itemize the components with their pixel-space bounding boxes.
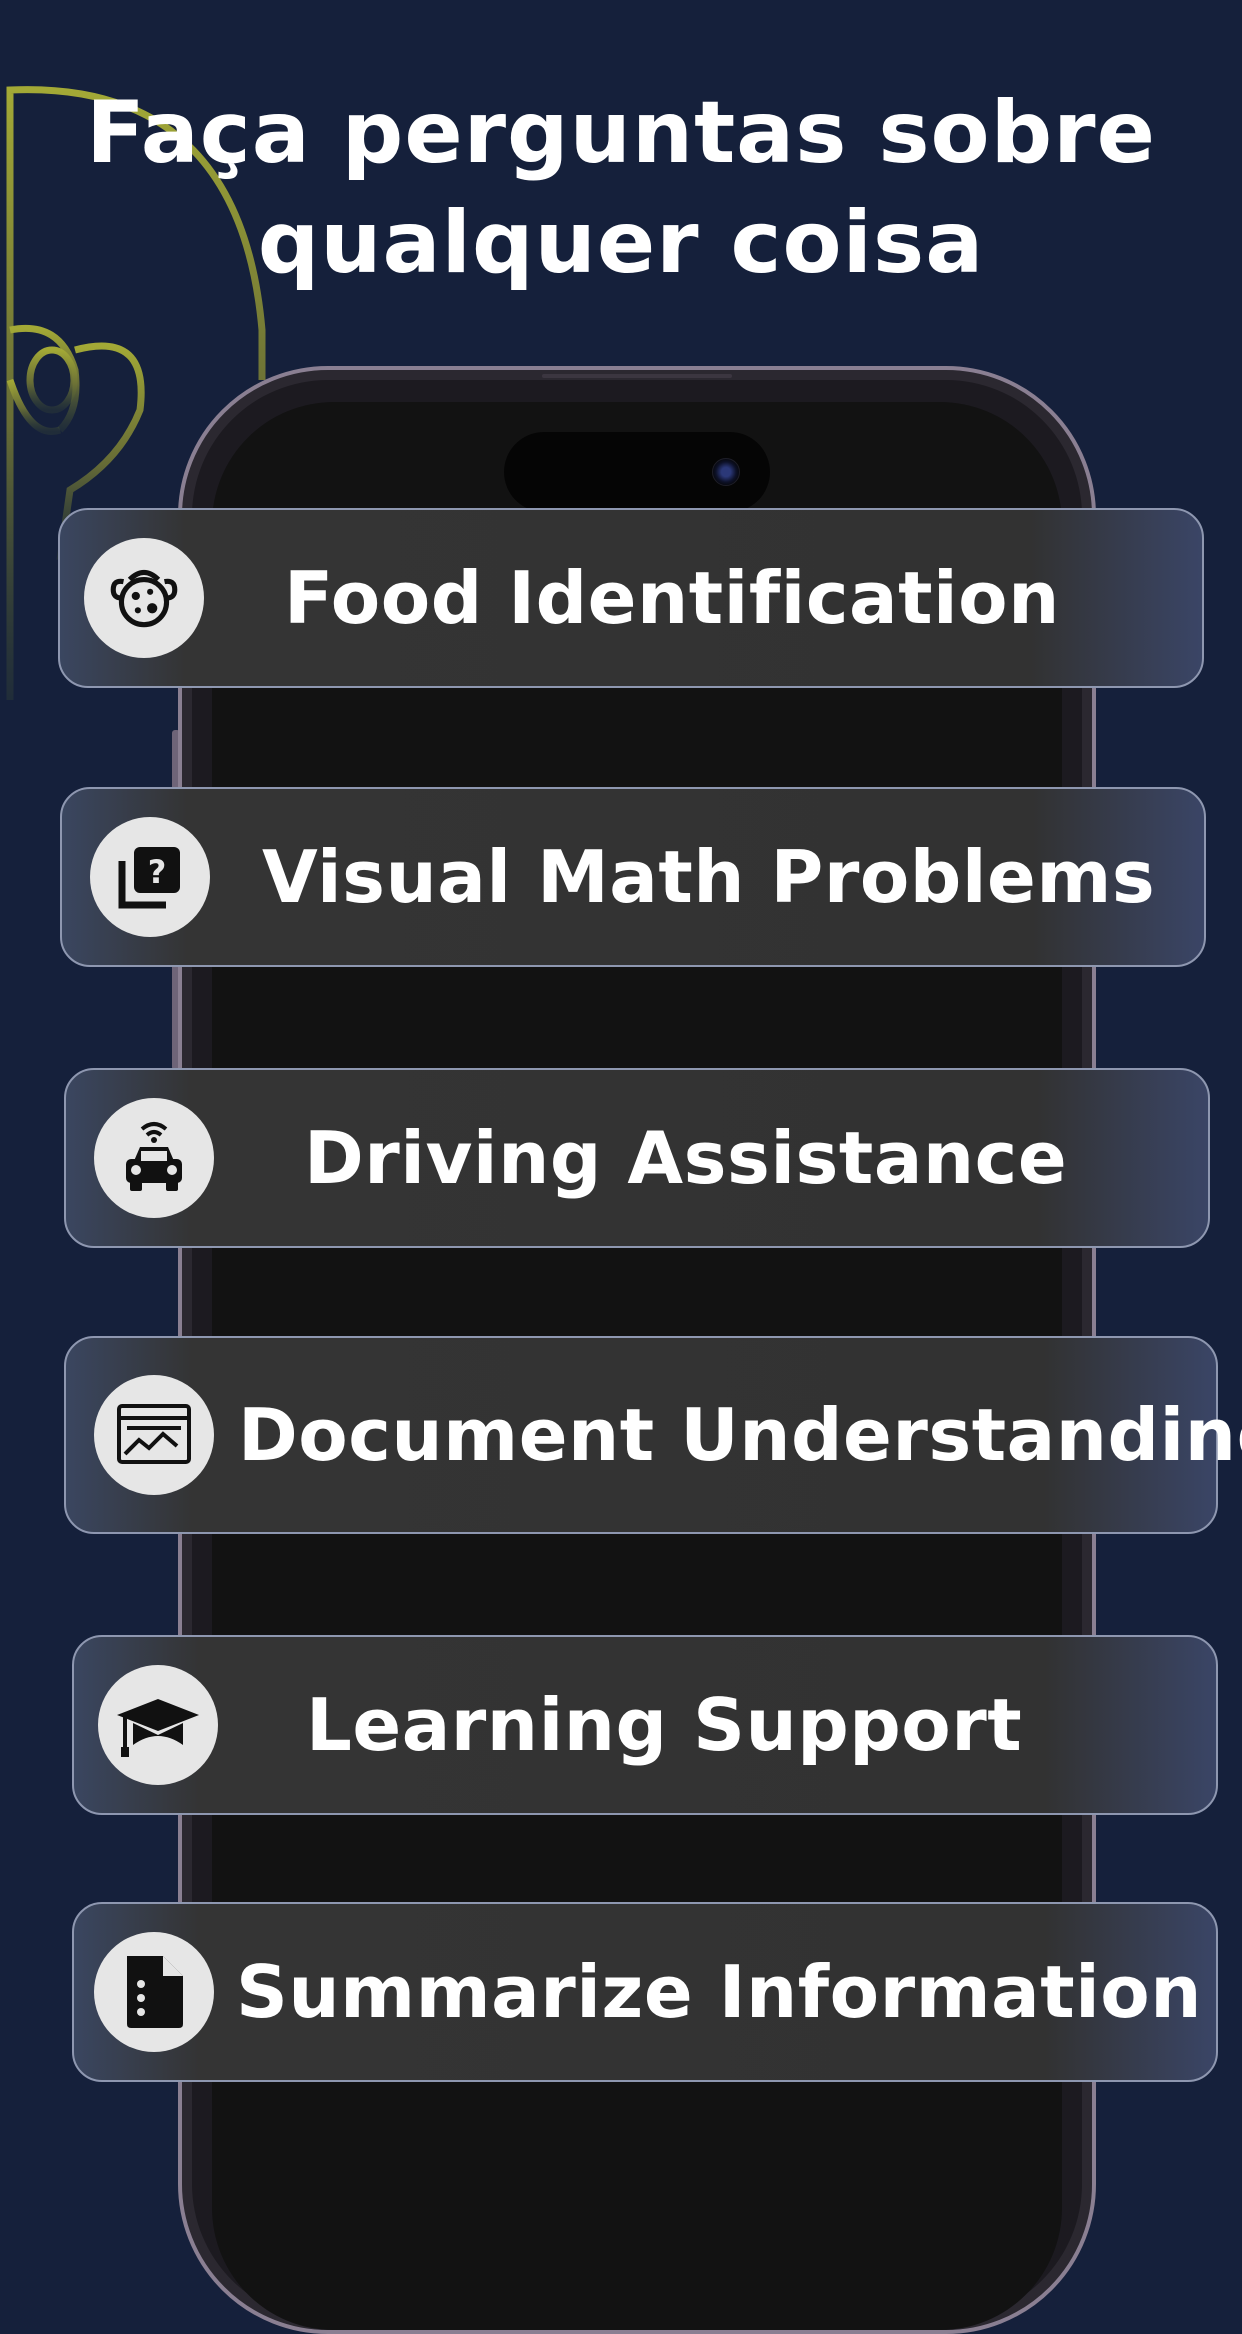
camera-icon <box>712 458 740 486</box>
page-title: Faça perguntas sobre qualquer coisa <box>0 78 1242 298</box>
feature-card-food-identification[interactable]: Food Identification <box>58 508 1204 688</box>
phone-speaker <box>542 374 732 378</box>
feature-label: Visual Math Problems <box>262 835 1156 919</box>
car-icon-badge <box>94 1098 214 1218</box>
feature-card-document-understanding[interactable]: Document Understanding <box>64 1336 1242 1534</box>
title-line-2: qualquer coisa <box>257 193 985 293</box>
car-icon <box>126 1122 182 1191</box>
file-icon <box>127 1956 183 2028</box>
feature-label: Summarize Information <box>236 1950 1203 2034</box>
feature-label: Driving Assistance <box>304 1116 1068 1200</box>
feature-card-driving-assistance[interactable]: Driving Assistance <box>64 1068 1210 1248</box>
question-box-icon: ? <box>118 847 180 909</box>
graduation-cap-icon-badge <box>98 1665 218 1785</box>
food-icon <box>110 569 178 628</box>
food-icon-badge <box>84 538 204 658</box>
file-icon-badge <box>94 1932 214 2052</box>
question-box-icon-badge: ? <box>90 817 210 937</box>
svg-text:?: ? <box>148 853 167 891</box>
feature-label: Learning Support <box>306 1683 1023 1767</box>
feature-label: Food Identification <box>284 556 1060 640</box>
graduation-cap-icon <box>117 1699 199 1757</box>
feature-card-summarize-information[interactable]: Summarize Information <box>72 1902 1218 2082</box>
document-chart-icon-badge <box>94 1375 214 1495</box>
feature-label: Document Understanding <box>238 1393 1242 1477</box>
feature-card-learning-support[interactable]: Learning Support <box>72 1635 1218 1815</box>
feature-card-visual-math[interactable]: ? Visual Math Problems <box>60 787 1206 967</box>
title-line-1: Faça perguntas sobre <box>86 83 1156 183</box>
document-chart-icon <box>117 1404 191 1464</box>
